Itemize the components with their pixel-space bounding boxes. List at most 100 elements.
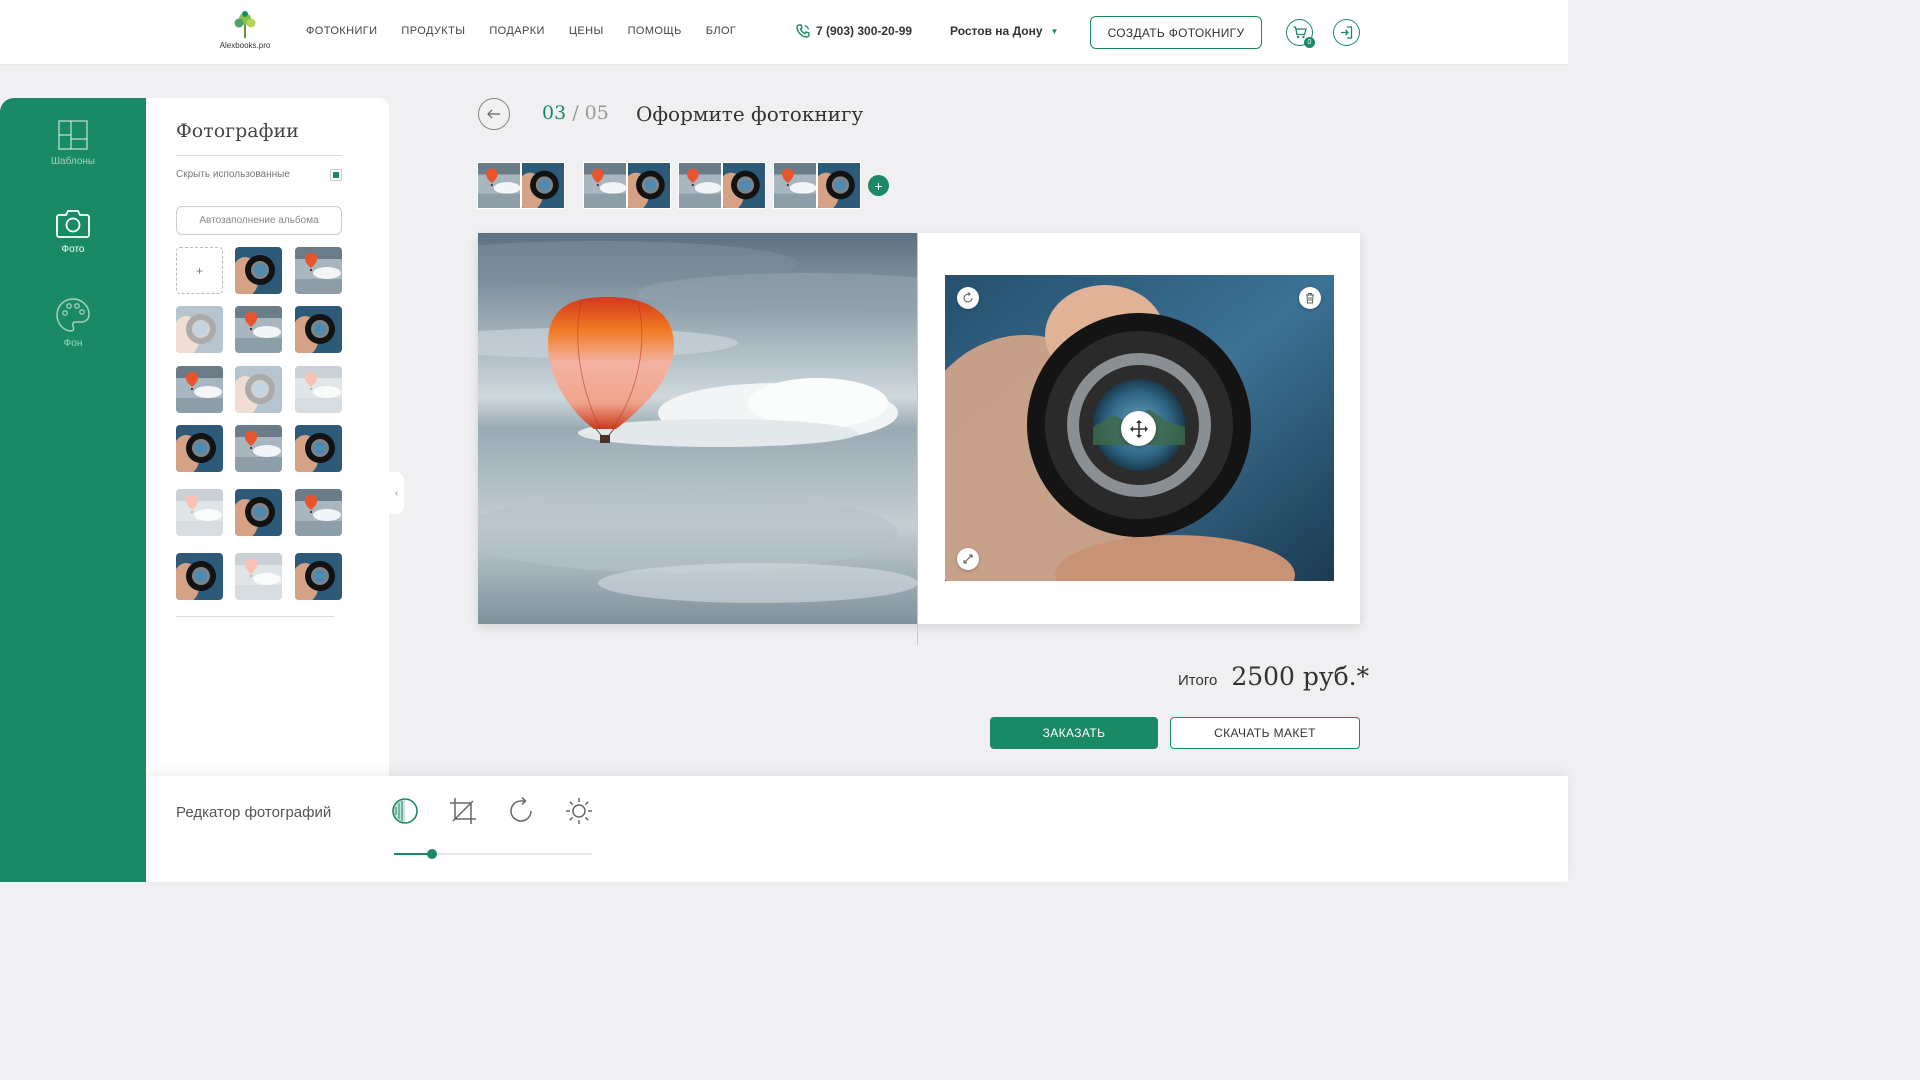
rail-item-photo-label: Фото bbox=[61, 244, 85, 255]
nav-item-help[interactable]: ПОМОЩЬ bbox=[628, 25, 682, 37]
photo-thumbnail[interactable] bbox=[295, 247, 342, 294]
tool-rotate[interactable] bbox=[507, 797, 535, 825]
photo-thumbnail[interactable] bbox=[295, 553, 342, 600]
photo-thumbnail[interactable] bbox=[235, 425, 282, 472]
login-button[interactable] bbox=[1333, 19, 1360, 46]
total-price: 2500 руб.* bbox=[1231, 662, 1370, 691]
step-separator: / bbox=[566, 102, 585, 124]
slider-fill bbox=[394, 853, 432, 855]
rail-item-background[interactable]: Фон bbox=[0, 298, 146, 349]
photo-thumbnail[interactable] bbox=[176, 425, 223, 472]
photo-thumbnail[interactable] bbox=[295, 489, 342, 536]
spread-page-left bbox=[478, 163, 520, 208]
total-label: Итого bbox=[1178, 672, 1218, 689]
add-photo-button[interactable]: + bbox=[176, 247, 223, 294]
editor-title: Редкатор фотографий bbox=[176, 804, 332, 821]
balloon-photo bbox=[478, 233, 918, 624]
rail-item-templates-label: Шаблоны bbox=[50, 156, 96, 167]
resize-icon bbox=[963, 554, 973, 564]
adjustment-slider[interactable] bbox=[394, 849, 592, 859]
spread-page-right bbox=[522, 163, 564, 208]
nav-item-blog[interactable]: БЛОГ bbox=[706, 25, 737, 37]
order-button[interactable]: ЗАКАЗАТЬ bbox=[990, 717, 1158, 749]
checkbox-mark bbox=[333, 172, 339, 178]
chevron-left-icon: ‹ bbox=[394, 487, 399, 499]
hide-used-label: Скрыть использованные bbox=[176, 169, 290, 180]
logo[interactable]: Alexbooks.pro bbox=[216, 10, 274, 56]
spread-page-right bbox=[818, 163, 860, 208]
back-button[interactable] bbox=[478, 98, 510, 130]
spread-thumbnail[interactable] bbox=[773, 162, 861, 209]
left-page-photo[interactable] bbox=[478, 233, 918, 624]
move-icon bbox=[1129, 419, 1148, 438]
rail-item-templates[interactable]: Шаблоны bbox=[0, 120, 146, 167]
photo-thumbnail[interactable] bbox=[235, 247, 282, 294]
tools-rail: Шаблоны Фото Фон bbox=[0, 98, 146, 882]
top-header: Alexbooks.pro ФОТОКНИГИ ПРОДУКТЫ ПОДАРКИ… bbox=[0, 0, 1568, 65]
add-spread-button[interactable]: + bbox=[868, 175, 889, 196]
photo-thumbnail[interactable] bbox=[235, 553, 282, 600]
tool-crop[interactable] bbox=[449, 797, 477, 825]
rail-item-background-label: Фон bbox=[63, 338, 83, 349]
trash-icon bbox=[1306, 293, 1314, 304]
rail-item-photo[interactable]: Фото bbox=[0, 208, 146, 255]
photo-thumbnail[interactable] bbox=[176, 553, 223, 600]
nav-item-products[interactable]: ПРОДУКТЫ bbox=[401, 25, 465, 37]
tool-contrast[interactable] bbox=[391, 797, 419, 825]
camera-icon bbox=[56, 210, 90, 238]
contrast-icon bbox=[392, 798, 418, 824]
create-photobook-button[interactable]: СОЗДАТЬ ФОТОКНИГУ bbox=[1090, 16, 1262, 49]
rotate-icon bbox=[510, 797, 532, 822]
spread-page-right bbox=[723, 163, 765, 208]
spread-thumbnail[interactable] bbox=[477, 162, 565, 209]
collapse-panel-button[interactable]: ‹ bbox=[389, 472, 404, 514]
cart-badge: 0 bbox=[1304, 37, 1315, 48]
photo-thumbnail[interactable] bbox=[295, 306, 342, 353]
templates-icon bbox=[58, 120, 88, 150]
spread-page-left bbox=[774, 163, 816, 208]
move-photo-handle[interactable] bbox=[1121, 411, 1156, 446]
photo-thumbnail[interactable] bbox=[235, 306, 282, 353]
nav-item-photobooks[interactable]: ФОТОКНИГИ bbox=[306, 25, 377, 37]
photo-thumbnail[interactable] bbox=[295, 366, 342, 413]
spread-page-left bbox=[584, 163, 626, 208]
rotate-photo-button[interactable] bbox=[957, 287, 979, 309]
phone-link[interactable]: 7 (903) 300-20-99 bbox=[796, 24, 912, 38]
city-name: Ростов на Дону bbox=[950, 24, 1043, 38]
photo-thumbnail[interactable] bbox=[295, 425, 342, 472]
brightness-icon bbox=[566, 798, 592, 824]
page-title: Оформите фотокнигу bbox=[636, 102, 864, 126]
cart-button[interactable]: 0 bbox=[1286, 19, 1315, 48]
palette-icon bbox=[56, 298, 90, 332]
photos-panel: Фотографии Скрыть использованные Автозап… bbox=[146, 98, 389, 776]
nav-item-gifts[interactable]: ПОДАРКИ bbox=[489, 25, 544, 37]
spread-thumbnail[interactable] bbox=[583, 162, 671, 209]
main-nav: ФОТОКНИГИ ПРОДУКТЫ ПОДАРКИ ЦЕНЫ ПОМОЩЬ Б… bbox=[306, 25, 760, 37]
photo-thumbnail[interactable] bbox=[176, 366, 223, 413]
book-spine bbox=[917, 233, 918, 645]
spread-page-right bbox=[628, 163, 670, 208]
photo-thumbnail[interactable] bbox=[176, 489, 223, 536]
nav-item-prices[interactable]: ЦЕНЫ bbox=[569, 25, 604, 37]
slider-knob[interactable] bbox=[426, 849, 437, 859]
step-indicator: 03 / 05 bbox=[542, 102, 609, 124]
delete-photo-button[interactable] bbox=[1299, 287, 1321, 309]
spread-thumbnail[interactable] bbox=[678, 162, 766, 209]
spread-page-left bbox=[679, 163, 721, 208]
tool-brightness[interactable] bbox=[565, 797, 593, 825]
cart-icon bbox=[1293, 26, 1307, 39]
autofill-album-button[interactable]: Автозаполнение альбома bbox=[176, 206, 342, 235]
chevron-down-icon: ▼ bbox=[1050, 26, 1059, 36]
photo-thumbnail[interactable] bbox=[176, 306, 223, 353]
download-layout-button[interactable]: СКАЧАТЬ МАКЕТ bbox=[1170, 717, 1360, 749]
step-current: 03 bbox=[542, 102, 567, 124]
phone-icon bbox=[796, 24, 810, 38]
resize-photo-button[interactable] bbox=[957, 548, 979, 570]
crop-icon bbox=[450, 798, 476, 824]
photo-thumbnail[interactable] bbox=[235, 489, 282, 536]
divider bbox=[176, 616, 334, 617]
city-selector[interactable]: Ростов на Дону ▼ bbox=[950, 24, 1058, 38]
rotate-icon bbox=[963, 292, 973, 303]
photo-thumbnail[interactable] bbox=[235, 366, 282, 413]
hide-used-checkbox[interactable] bbox=[330, 169, 342, 181]
